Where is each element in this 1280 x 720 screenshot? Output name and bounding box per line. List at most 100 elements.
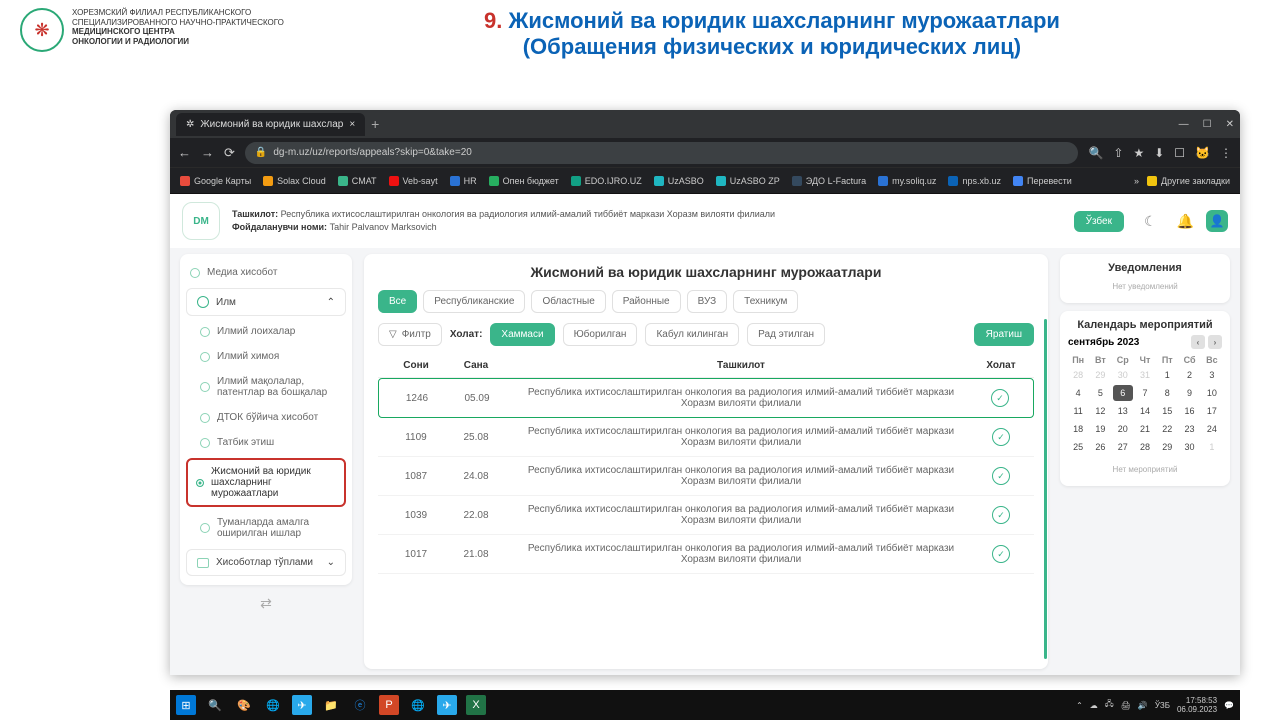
calendar-day[interactable]: 1 xyxy=(1202,439,1222,455)
calendar-day[interactable]: 21 xyxy=(1135,421,1155,437)
calendar-day[interactable]: 19 xyxy=(1090,421,1110,437)
taskbar-app-icon[interactable]: P xyxy=(379,695,399,715)
menu-icon[interactable]: ⋮ xyxy=(1220,146,1232,160)
search-icon[interactable]: 🔍 xyxy=(1088,146,1103,160)
bookmark[interactable]: ЭДО L-Factura xyxy=(792,176,866,186)
sidebar-item-projects[interactable]: Илмий лоихалар xyxy=(180,319,352,344)
scope-republic[interactable]: Республиканские xyxy=(423,290,525,313)
tray-lang[interactable]: ЎЗБ xyxy=(1155,701,1170,710)
calendar-day[interactable]: 10 xyxy=(1202,385,1222,401)
forward-icon[interactable]: → xyxy=(201,145,214,160)
calendar-day[interactable]: 31 xyxy=(1135,367,1155,383)
calendar-day[interactable]: 7 xyxy=(1135,385,1155,401)
calendar-day[interactable]: 14 xyxy=(1135,403,1155,419)
table-row[interactable]: 101721.08Республика ихтисослаштирилган о… xyxy=(378,535,1034,574)
calendar-day[interactable]: 5 xyxy=(1090,385,1110,401)
bookmark[interactable]: nps.xb.uz xyxy=(948,176,1001,186)
bookmark[interactable]: UzASBO ZP xyxy=(716,176,780,186)
close-icon[interactable]: × xyxy=(349,119,355,130)
star-icon[interactable]: ★ xyxy=(1133,146,1144,160)
notification-center-icon[interactable]: 💬 xyxy=(1224,701,1234,710)
calendar-day[interactable]: 27 xyxy=(1113,439,1133,455)
calendar-day[interactable]: 9 xyxy=(1179,385,1199,401)
new-tab-button[interactable]: + xyxy=(371,116,379,132)
scope-regional[interactable]: Областные xyxy=(531,290,605,313)
sidebar-item-defense[interactable]: Илмий химоя xyxy=(180,344,352,369)
sidebar-item-dtok[interactable]: ДТОК бўйича хисобот xyxy=(180,405,352,430)
bookmark[interactable]: UzASBO xyxy=(654,176,704,186)
sidebar-item-appeals[interactable]: Жисмоний ва юридик шахсларнинг мурожаатл… xyxy=(186,458,346,507)
calendar-day[interactable]: 23 xyxy=(1179,421,1199,437)
share-icon[interactable]: ⇧ xyxy=(1113,146,1123,160)
window-max-icon[interactable]: ☐ xyxy=(1203,119,1212,130)
bell-icon[interactable]: 🔔 xyxy=(1177,213,1194,230)
calendar-day[interactable]: 2 xyxy=(1179,367,1199,383)
bookmark[interactable]: Google Карты xyxy=(180,176,251,186)
clock[interactable]: 17:58:53 06.09.2023 xyxy=(1177,696,1217,714)
calendar-day[interactable]: 30 xyxy=(1179,439,1199,455)
moon-icon[interactable]: ☾ xyxy=(1144,213,1157,230)
sidebar-item-implement[interactable]: Татбик этиш xyxy=(180,430,352,455)
calendar-day[interactable]: 22 xyxy=(1157,421,1177,437)
filter-button[interactable]: ▽Филтр xyxy=(378,323,442,346)
sidebar-item-articles[interactable]: Илмий мақолалар, патентлар ва бошқалар xyxy=(180,369,352,405)
window-close-icon[interactable]: ✕ xyxy=(1226,119,1234,130)
calendar-day[interactable]: 29 xyxy=(1157,439,1177,455)
calendar-day[interactable]: 20 xyxy=(1113,421,1133,437)
calendar-day[interactable]: 28 xyxy=(1068,367,1088,383)
sidebar-group-science[interactable]: Илм⌃ xyxy=(186,288,346,316)
taskbar-app-icon[interactable]: 🎨 xyxy=(234,695,254,715)
avatar-icon[interactable]: 🐱 xyxy=(1195,146,1210,160)
bookmark[interactable]: my.soliq.uz xyxy=(878,176,936,186)
calendar-day[interactable]: 18 xyxy=(1068,421,1088,437)
bookmark[interactable]: Перевести xyxy=(1013,176,1072,186)
calendar-day[interactable]: 28 xyxy=(1135,439,1155,455)
calendar-day[interactable]: 16 xyxy=(1179,403,1199,419)
bookmark[interactable]: EDO.IJRO.UZ xyxy=(571,176,642,186)
taskbar-app-icon[interactable]: 📁 xyxy=(321,695,341,715)
reload-icon[interactable]: ⟳ xyxy=(224,145,235,161)
calendar-day[interactable]: 13 xyxy=(1113,403,1133,419)
status-sent[interactable]: Юборилган xyxy=(563,323,638,346)
scrollbar[interactable] xyxy=(1044,319,1047,659)
tray-icon[interactable]: 🖧 xyxy=(1105,698,1114,712)
taskbar-app-icon[interactable]: ✈ xyxy=(437,695,457,715)
calendar-day[interactable]: 30 xyxy=(1113,367,1133,383)
collapse-icon[interactable]: ⇄ xyxy=(180,585,352,622)
scope-district[interactable]: Районные xyxy=(612,290,681,313)
table-row[interactable]: 110925.08Республика ихтисослаштирилган о… xyxy=(378,418,1034,457)
prev-month-icon[interactable]: ‹ xyxy=(1191,335,1205,349)
address-bar[interactable]: 🔒 dg-m.uz/uz/reports/appeals?skip=0&take… xyxy=(245,142,1079,164)
other-bookmarks[interactable]: Другие закладки xyxy=(1147,176,1230,186)
scope-all[interactable]: Все xyxy=(378,290,417,313)
table-row[interactable]: 124605.09Республика ихтисослаштирилган о… xyxy=(378,378,1034,418)
next-month-icon[interactable]: › xyxy=(1208,335,1222,349)
bookmark[interactable]: HR xyxy=(450,176,477,186)
sidebar-group-reports[interactable]: Хисоботлар тўплами⌄ xyxy=(186,549,346,576)
tray-icon[interactable]: ⌃ xyxy=(1076,701,1083,710)
taskbar-app-icon[interactable]: 🌐 xyxy=(263,695,283,715)
status-accepted[interactable]: Кабул килинган xyxy=(645,323,739,346)
status-rejected[interactable]: Рад этилган xyxy=(747,323,825,346)
create-button[interactable]: Яратиш xyxy=(974,323,1034,346)
calendar-day[interactable]: 17 xyxy=(1202,403,1222,419)
scope-vuz[interactable]: ВУЗ xyxy=(687,290,728,313)
status-all[interactable]: Хаммаси xyxy=(490,323,554,346)
calendar-day[interactable]: 25 xyxy=(1068,439,1088,455)
bookmark[interactable]: Solax Cloud xyxy=(263,176,326,186)
bookmark[interactable]: CMAT xyxy=(338,176,377,186)
sidebar-item-districts[interactable]: Туманларда амалга оширилган ишлар xyxy=(180,510,352,546)
calendar-day[interactable]: 8 xyxy=(1157,385,1177,401)
tray-icon[interactable]: 🔊 xyxy=(1138,701,1148,710)
table-row[interactable]: 103922.08Республика ихтисослаштирилган о… xyxy=(378,496,1034,535)
bookmark[interactable]: Veb-sayt xyxy=(389,176,438,186)
profile-button[interactable]: 👤 xyxy=(1206,210,1228,232)
calendar-day[interactable]: 11 xyxy=(1068,403,1088,419)
calendar-day[interactable]: 4 xyxy=(1068,385,1088,401)
language-button[interactable]: Ўзбек xyxy=(1074,211,1124,232)
calendar-day[interactable]: 26 xyxy=(1090,439,1110,455)
browser-tab[interactable]: ✲ Жисмоний ва юридик шахслар × xyxy=(176,113,365,136)
overflow-icon[interactable]: » xyxy=(1134,176,1139,186)
tray-icon[interactable]: 🖨 xyxy=(1121,701,1131,710)
table-row[interactable]: 108724.08Республика ихтисослаштирилган о… xyxy=(378,457,1034,496)
